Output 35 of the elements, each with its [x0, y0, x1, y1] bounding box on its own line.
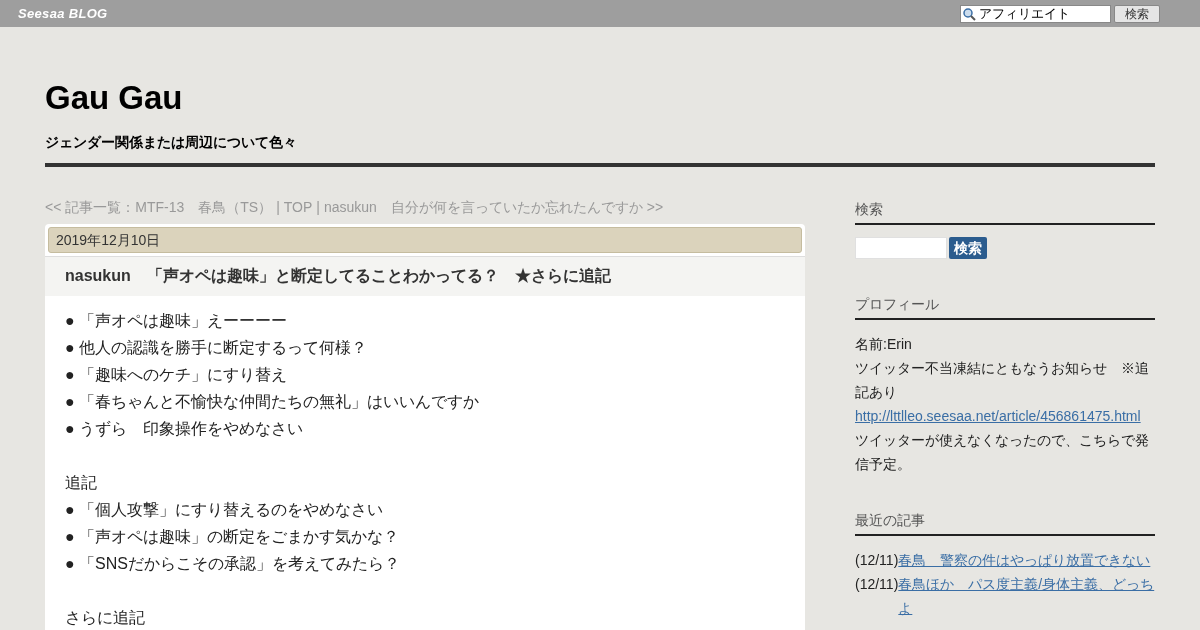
search-button[interactable]: 検索 — [1114, 4, 1160, 23]
section-heading: 検索 — [855, 201, 883, 217]
article-line: ● 「SNSだからこその承認」を考えてみたら？ — [65, 554, 401, 574]
recent-article-link[interactable]: 春鳥 警察の件はやっぱり放置できない — [898, 548, 1155, 572]
recent-date: (12/11) — [855, 551, 899, 570]
nav-separator: | — [316, 198, 320, 217]
section-heading: プロフィール — [855, 296, 939, 312]
sidebar-search-field[interactable] — [855, 237, 947, 259]
article-line: さらに追記 — [65, 608, 146, 628]
nav-separator: | — [276, 198, 280, 217]
profile-text: ツイッターが使えなくなったので、こちらで発信予定。 — [855, 431, 1150, 474]
article-line: ● 「個人攻撃」にすり替えるのをやめなさい — [65, 500, 385, 520]
profile-text: 名前:Erin — [855, 335, 913, 354]
search-field[interactable]: アフィリエイト — [960, 4, 1111, 23]
blog-subtitle: ジェンダー関係または周辺について色々 — [45, 133, 298, 152]
article-line: ● 「声オペは趣味」えーーーー — [65, 311, 289, 331]
sidebar-search-button[interactable]: 検索 — [949, 237, 987, 259]
next-article-link[interactable]: nasukun 自分が何を言っていたか忘れたんですか >> — [323, 197, 664, 218]
article-line: ● 「声オペは趣味」の断定をごまかす気かな？ — [65, 527, 401, 547]
article-title[interactable]: nasukun 「声オペは趣味」と断定してることわかってる？ ★さらに追記 — [45, 256, 805, 296]
profile-link[interactable]: http://lttlleo.seesaa.net/article/456861475.html — [855, 408, 1141, 424]
article-line: ● 「春ちゃんと不愉快な仲間たちの無礼」はいいんですか — [65, 392, 481, 412]
article-date: 2019年12月10日 — [48, 227, 802, 253]
search-icon — [962, 6, 976, 21]
article-line: ● うずら 印象操作をやめなさい — [65, 419, 305, 439]
blog-title[interactable]: Gau Gau — [45, 78, 1155, 118]
previous-article-link[interactable]: << 記事一覧：MTF-13 春鳥（TS） — [45, 197, 273, 218]
site-logo[interactable]: Seesaa BLOG — [18, 3, 108, 24]
recent-date: (12/11) — [855, 575, 899, 594]
article-line: ● 他人の認識を勝手に断定するって何様？ — [65, 338, 369, 358]
recent-article-link[interactable]: 春鳥ほか パス度主義/身体主義、どっちよ — [898, 572, 1155, 620]
article-line: ● 「趣味へのケチ」にすり替え — [65, 365, 289, 385]
section-heading: 最近の記事 — [855, 512, 925, 528]
article-line: 追記 — [65, 473, 98, 493]
profile-text: ツイッター不当凍結にともなうお知らせ ※追記あり — [855, 359, 1150, 402]
